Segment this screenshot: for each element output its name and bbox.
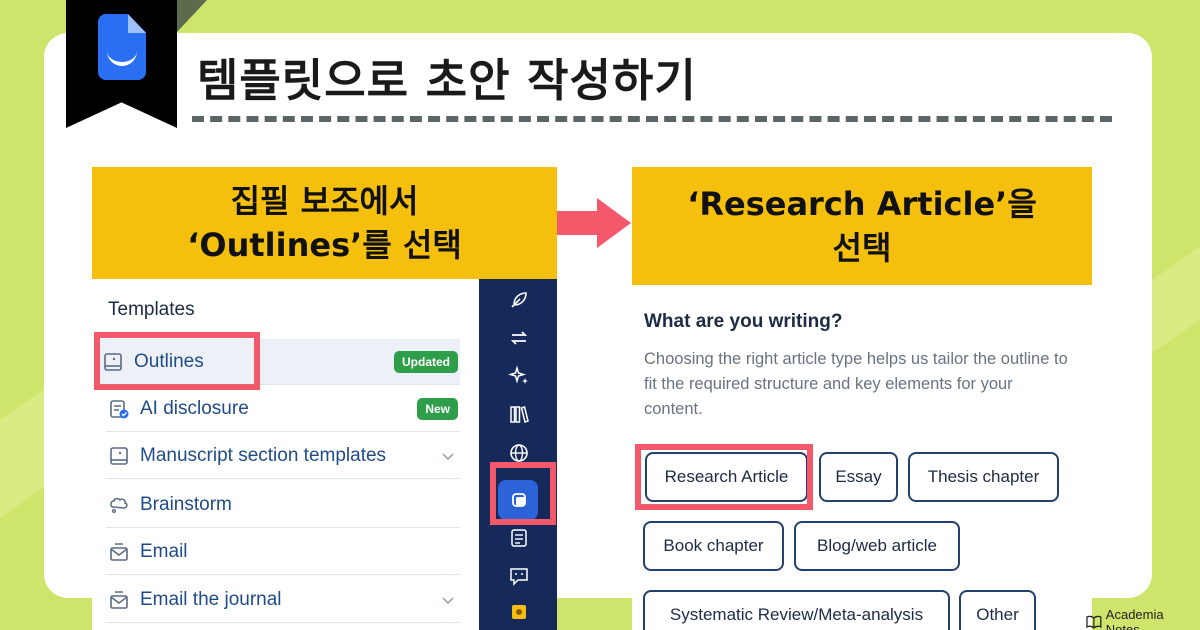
step-2-line1: ‘Research Article’을 — [687, 185, 1037, 223]
templates-panel: Templates Outlines Updated AI disclosure… — [92, 279, 479, 630]
option-systematic-review[interactable]: Systematic Review/Meta-analysis — [643, 590, 950, 630]
feedback-icon[interactable] — [508, 565, 530, 587]
template-item-email[interactable]: Email — [106, 529, 460, 575]
template-item-manuscript-section[interactable]: Manuscript section templates — [106, 433, 460, 479]
checklist-icon[interactable] — [508, 527, 530, 549]
brainstorm-icon — [110, 497, 128, 513]
step-1-line1: 집필 보조에서 — [230, 182, 419, 220]
template-item-outlines[interactable]: Outlines Updated — [100, 339, 460, 385]
outline-doc-icon — [104, 352, 122, 371]
ribbon-fold — [177, 0, 207, 32]
page-title: 템플릿으로 초안 작성하기 — [197, 54, 697, 107]
brand-watermark: Academia Notes — [1086, 607, 1200, 630]
assistant-sidebar — [479, 279, 557, 630]
template-item-ai-disclosure[interactable]: AI disclosure New — [106, 386, 460, 432]
step-2-line2: 선택 — [832, 229, 892, 267]
email-icon — [110, 542, 128, 561]
step-1-line2: ‘Outlines’를 선택 — [187, 226, 462, 264]
chevron-down-icon[interactable] — [440, 448, 456, 464]
template-label: Outlines — [134, 350, 204, 372]
option-essay[interactable]: Essay — [819, 452, 898, 502]
updated-badge: Updated — [394, 350, 458, 373]
sparkle-icon[interactable] — [508, 365, 530, 387]
template-item-brainstorm[interactable]: Brainstorm — [106, 482, 460, 528]
option-other[interactable]: Other — [959, 590, 1036, 630]
template-label: AI disclosure — [140, 397, 249, 419]
arrow-right-icon-head — [597, 198, 631, 248]
chevron-down-icon[interactable] — [440, 592, 456, 608]
template-label: Email — [140, 540, 188, 562]
globe-icon[interactable] — [508, 442, 530, 464]
book-icon — [1086, 615, 1102, 629]
feather-icon[interactable] — [508, 289, 530, 311]
badge-icon[interactable] — [508, 601, 530, 623]
brand-name: Academia Notes — [1105, 607, 1164, 630]
template-label: Email the journal — [140, 588, 282, 610]
writing-description: Choosing the right article type helps us… — [644, 350, 1068, 418]
manuscript-icon — [110, 446, 128, 465]
ai-disclosure-icon — [110, 399, 129, 418]
step-1-header: 집필 보조에서 ‘Outlines’를 선택 — [92, 167, 557, 279]
template-label: Brainstorm — [140, 493, 232, 515]
template-label: Manuscript section templates — [140, 444, 387, 466]
option-book-chapter[interactable]: Book chapter — [643, 521, 784, 571]
templates-heading: Templates — [108, 299, 195, 320]
swap-icon[interactable] — [508, 327, 530, 349]
templates-icon[interactable] — [508, 489, 530, 511]
dashed-divider — [192, 116, 1112, 122]
arrow-right-icon — [557, 211, 599, 235]
template-item-email-journal[interactable]: Email the journal — [106, 577, 460, 623]
email-journal-icon — [110, 590, 128, 609]
option-thesis-chapter[interactable]: Thesis chapter — [908, 452, 1059, 502]
option-blog-web-article[interactable]: Blog/web article — [794, 521, 960, 571]
new-badge: New — [417, 397, 458, 420]
option-research-article[interactable]: Research Article — [645, 452, 808, 502]
writing-question: What are you writing? — [644, 311, 843, 332]
library-icon[interactable] — [508, 403, 530, 425]
step-2-header: ‘Research Article’을 선택 — [632, 167, 1092, 285]
